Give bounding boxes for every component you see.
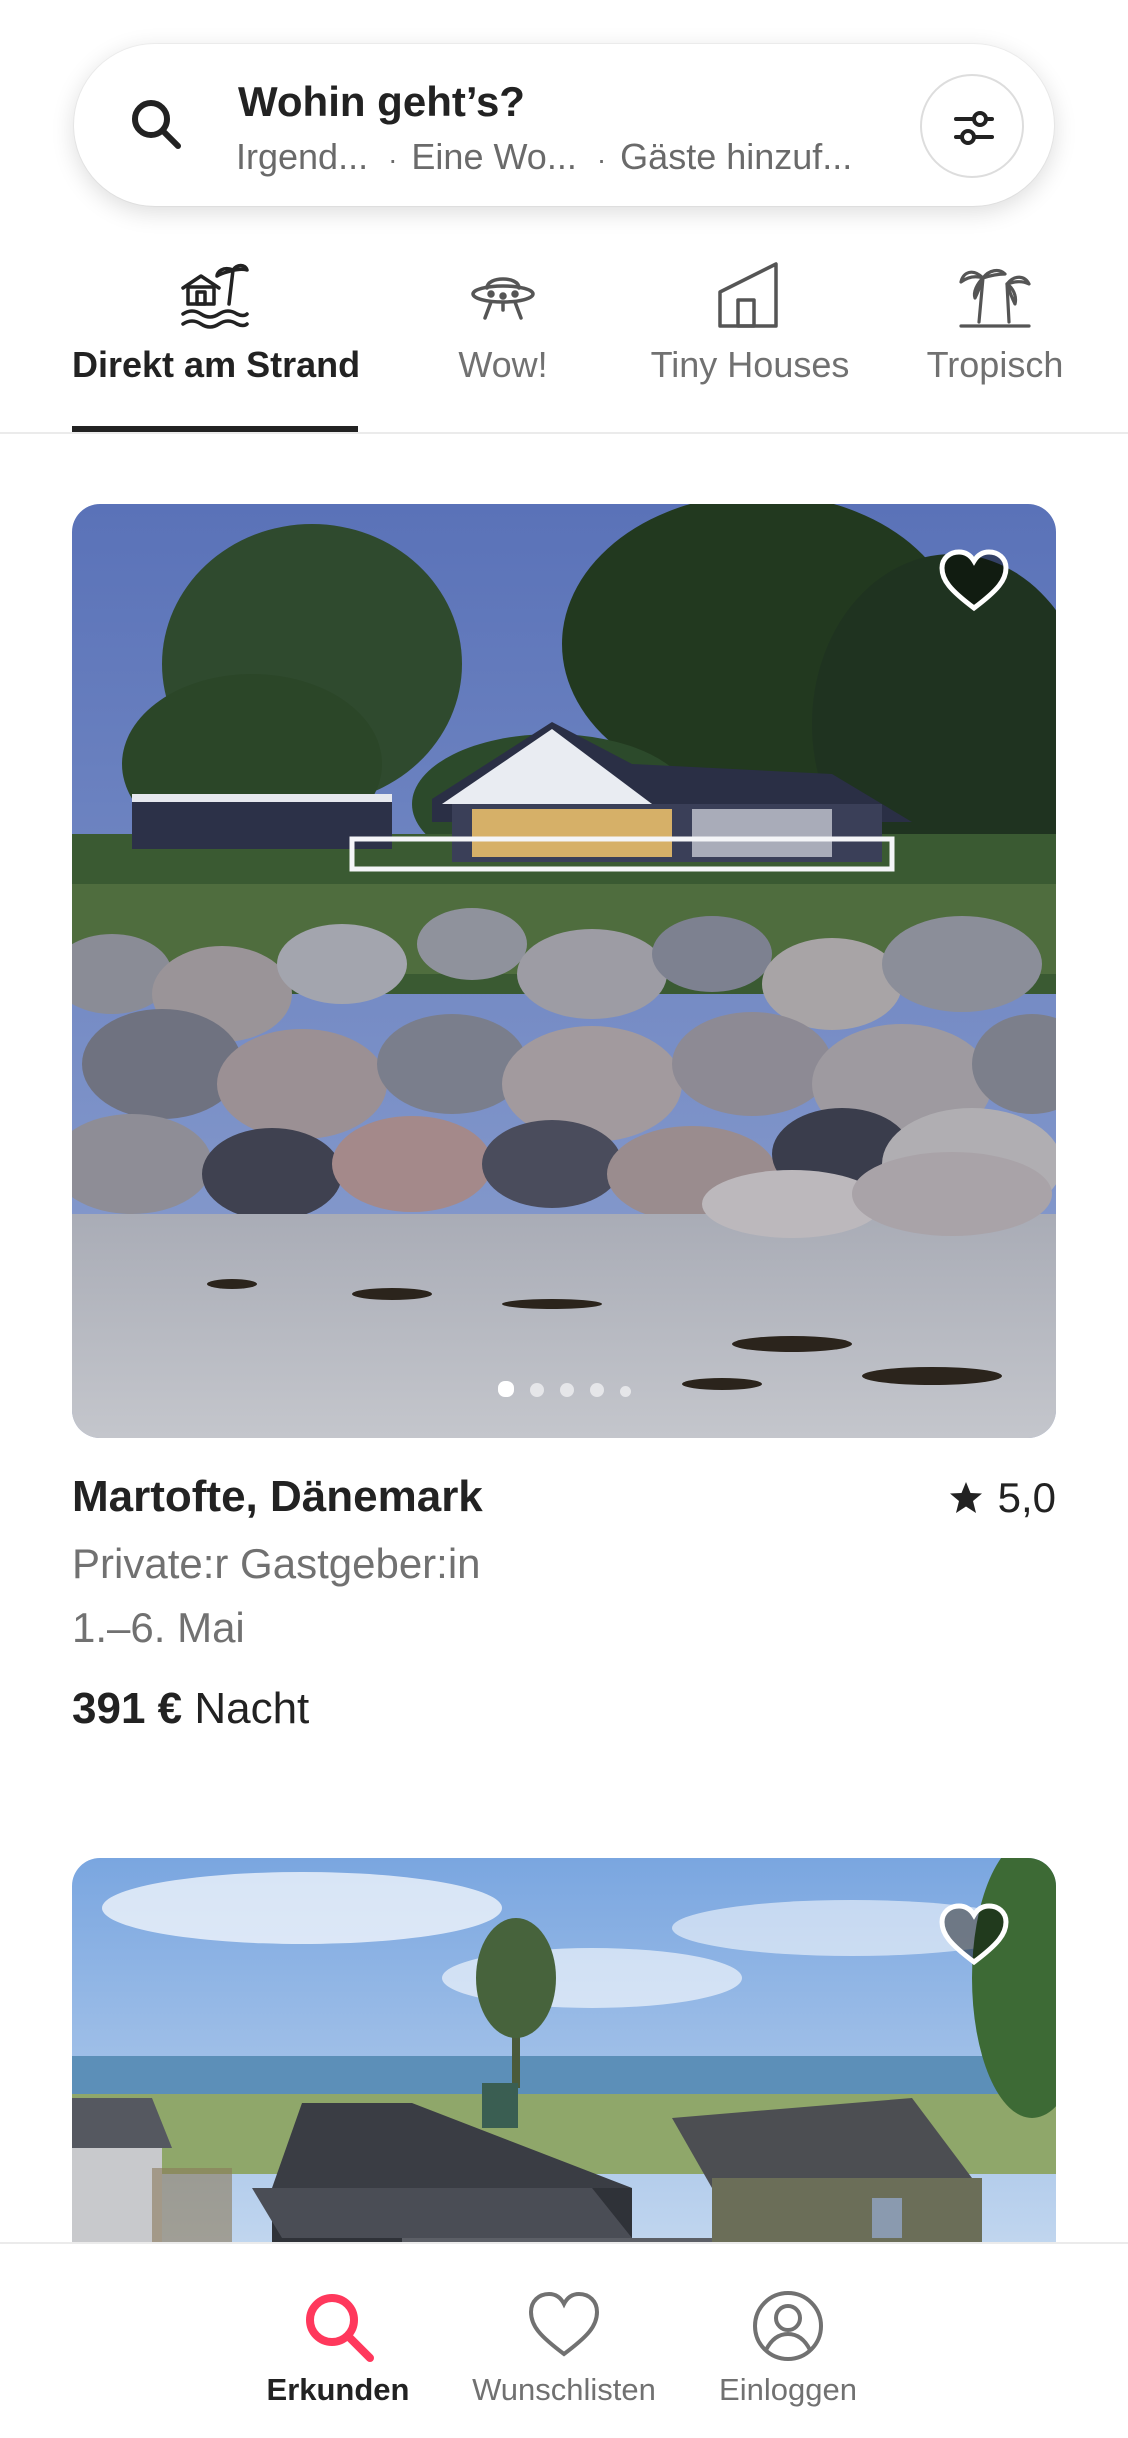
search-bar[interactable]: Wohin geht’s? Irgend... · Eine Wo... · Gäste… xyxy=(74,44,1054,206)
wishlist-heart-icon[interactable] xyxy=(938,548,1010,614)
category-label: Wow! xyxy=(458,344,548,385)
search-icon xyxy=(132,100,181,149)
search-guests: Gäste hinzuf... xyxy=(620,136,853,177)
pagination-dot xyxy=(619,1386,631,1397)
search-summary: Irgend... · Eine Wo... · Gäste hinzuf... xyxy=(236,136,852,178)
heart-icon xyxy=(528,2291,600,2357)
beachfront-icon xyxy=(181,263,249,329)
pagination-dot xyxy=(559,1383,574,1397)
pagination-dot xyxy=(589,1383,604,1397)
separator: · xyxy=(388,144,398,175)
category-label: Tropisch xyxy=(926,344,1064,385)
listing-photo[interactable] xyxy=(72,504,1056,1438)
listing-title[interactable]: Martofte, Dänemark xyxy=(72,1472,483,1522)
nav-label: Einloggen xyxy=(719,2372,857,2407)
category-wow[interactable]: Wow! xyxy=(440,240,566,432)
nav-label: Erkunden xyxy=(266,2372,410,2407)
pagination-dot-active xyxy=(497,1381,514,1397)
separator: · xyxy=(596,144,607,175)
nav-login[interactable]: Einloggen xyxy=(678,2244,898,2408)
category-label: Tiny Houses xyxy=(650,344,850,385)
palm-trees-icon xyxy=(959,268,1031,328)
star-icon xyxy=(949,1482,982,1513)
category-bar: Direkt am Strand Wow! Tiny Houses Tropis… xyxy=(0,240,1128,434)
nav-label: Wunschlisten xyxy=(472,2372,656,2407)
search-where: Irgend... xyxy=(236,136,369,177)
tiny-house-icon xyxy=(718,262,778,328)
profile-icon xyxy=(753,2291,823,2361)
listing-price: 391 € Nacht xyxy=(72,1684,309,1734)
price-amount: 391 € xyxy=(72,1684,183,1733)
listing-rating: 5,0 xyxy=(948,1474,1056,1522)
category-tiny-houses[interactable]: Tiny Houses xyxy=(648,240,852,432)
pagination-dot xyxy=(529,1383,544,1397)
category-beachfront[interactable]: Direkt am Strand xyxy=(72,240,361,432)
listing-photo-image xyxy=(72,504,1056,1438)
search-when: Eine Wo... xyxy=(411,136,577,177)
ufo-icon xyxy=(471,277,535,320)
category-tropical[interactable]: Tropisch xyxy=(922,240,1068,432)
listing-host: Private:r Gastgeber:in xyxy=(72,1540,481,1587)
listing-photo-image xyxy=(72,1858,1056,2278)
nav-wishlists[interactable]: Wunschlisten xyxy=(454,2244,674,2408)
listing-photo[interactable] xyxy=(72,1858,1056,2278)
search-icon xyxy=(306,2294,374,2362)
listing-dates: 1.–6. Mai xyxy=(72,1604,245,1651)
wishlist-heart-icon[interactable] xyxy=(938,1902,1010,1968)
category-label: Direkt am Strand xyxy=(72,344,361,385)
rating-value: 5,0 xyxy=(997,1474,1056,1521)
bottom-navigation: Erkunden Wunschlisten Einloggen xyxy=(0,2242,1128,2438)
photo-pagination xyxy=(72,1381,1056,1402)
filter-button[interactable] xyxy=(920,74,1024,178)
search-title: Wohin geht’s? xyxy=(238,78,525,125)
filters-icon xyxy=(954,111,994,145)
price-unit: Nacht xyxy=(194,1684,310,1733)
nav-explore[interactable]: Erkunden xyxy=(228,2244,448,2408)
active-tab-indicator xyxy=(72,426,358,432)
